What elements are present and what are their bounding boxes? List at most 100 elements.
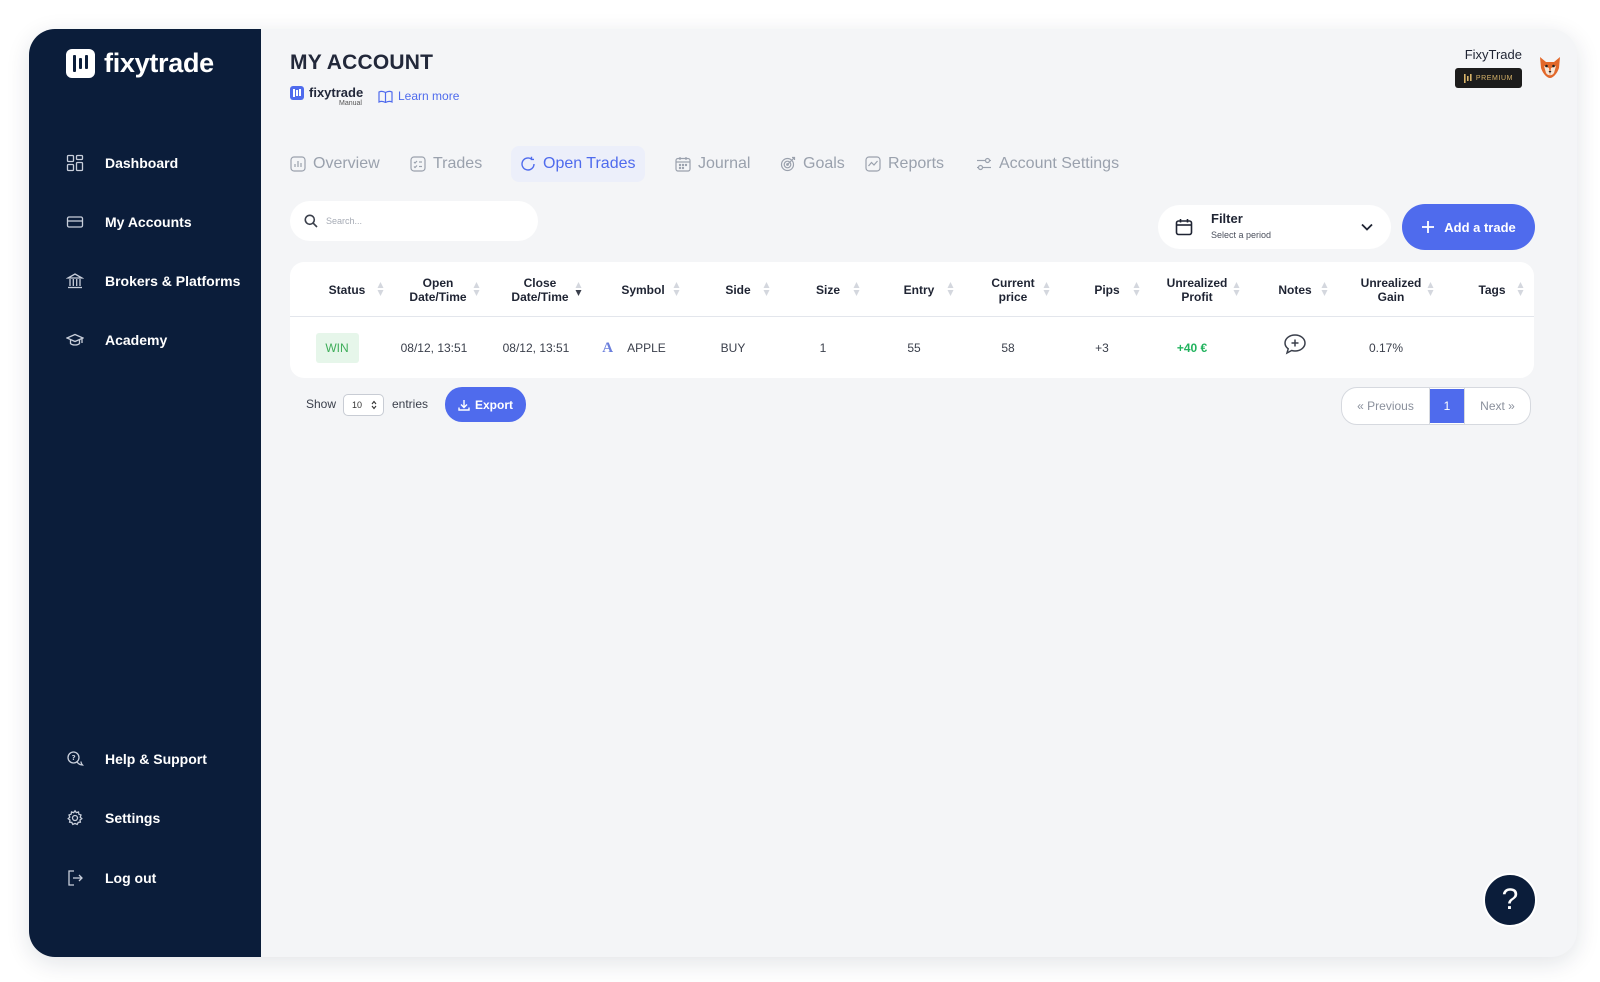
sort-icon — [1043, 282, 1050, 296]
card-icon — [66, 216, 84, 228]
col-side[interactable]: Side — [708, 262, 770, 317]
list-check-icon — [410, 156, 426, 172]
col-close-datetime[interactable]: Close Date/Time — [500, 262, 582, 317]
sort-icon — [947, 282, 954, 296]
learn-more-label: Learn more — [398, 89, 460, 103]
app-window: fixytrade Dashboard My Accounts Brokers … — [29, 29, 1577, 957]
period-filter-dropdown[interactable]: Filter Select a period — [1158, 205, 1391, 249]
sidebar-item-label: My Accounts — [105, 214, 192, 230]
book-icon — [378, 90, 393, 103]
sidebar-item-my-accounts[interactable]: My Accounts — [66, 210, 192, 234]
tab-label: Reports — [888, 155, 945, 172]
sort-icon — [1427, 282, 1434, 296]
filter-title: Filter — [1211, 211, 1243, 226]
main-content: MY ACCOUNT fixytrade Manual Learn more F… — [261, 29, 1577, 957]
sidebar-item-dashboard[interactable]: Dashboard — [66, 151, 178, 175]
help-chat-icon: ? — [67, 751, 84, 766]
previous-page-button[interactable]: « Previous — [1342, 388, 1430, 424]
sort-icon — [763, 282, 770, 296]
tab-trades[interactable]: Trades — [410, 146, 482, 182]
search-input[interactable] — [326, 216, 516, 226]
tab-label: Trades — [433, 155, 483, 172]
manual-brand: fixytrade Manual — [290, 85, 364, 107]
avatar[interactable] — [1537, 54, 1563, 80]
sidebar-item-settings[interactable]: Settings — [66, 806, 160, 830]
tab-goals[interactable]: Goals — [780, 146, 845, 182]
next-page-button[interactable]: Next » — [1464, 388, 1530, 424]
calendar-icon — [675, 157, 691, 172]
col-current-price[interactable]: Current price — [978, 262, 1050, 317]
sort-icon — [1321, 282, 1328, 296]
gear-icon — [67, 809, 83, 826]
cell-close: 08/12, 13:51 — [502, 341, 570, 355]
report-icon — [865, 156, 881, 172]
col-symbol[interactable]: Symbol — [608, 262, 680, 317]
col-notes[interactable]: Notes — [1264, 262, 1328, 317]
sidebar-item-label: Settings — [105, 810, 161, 826]
cell-profit: +40 € — [1176, 341, 1208, 355]
download-icon — [458, 399, 470, 411]
col-pips[interactable]: Pips — [1076, 262, 1140, 317]
sidebar-item-label: Help & Support — [105, 751, 207, 767]
sort-icon — [473, 282, 480, 296]
cell-entry: 55 — [907, 341, 921, 355]
cell-gain: 0.17% — [1368, 341, 1404, 355]
search-icon — [304, 214, 318, 228]
cell-open: 08/12, 13:51 — [400, 341, 468, 355]
add-note-icon[interactable] — [1283, 333, 1307, 355]
open-trades-table: Status Open Date/Time Close Date/Time Symb… — [290, 262, 1534, 378]
sort-icon — [1517, 282, 1524, 296]
manual-brand-sub: Manual — [339, 100, 362, 107]
tab-open-trades[interactable]: Open Trades — [511, 146, 645, 182]
col-status[interactable]: Status — [312, 262, 384, 317]
brand-name: fixytrade — [104, 48, 214, 78]
sidebar-item-label: Academy — [105, 332, 168, 348]
svg-text:?: ? — [72, 754, 76, 762]
filter-subtitle: Select a period — [1211, 230, 1272, 240]
chevron-down-icon — [1361, 223, 1373, 231]
logout-icon — [68, 870, 83, 886]
add-trade-button[interactable]: Add a trade — [1402, 204, 1535, 250]
tab-label: Open Trades — [543, 155, 636, 172]
graduation-cap-icon — [66, 333, 84, 346]
symbol-logo-icon: A — [602, 339, 614, 356]
sidebar-item-academy[interactable]: Academy — [66, 328, 167, 352]
page-title: MY ACCOUNT — [290, 51, 434, 74]
col-unrealized-profit[interactable]: Unrealized Profit — [1156, 262, 1240, 317]
sort-icon — [1133, 282, 1140, 296]
sidebar-item-brokers[interactable]: Brokers & Platforms — [66, 269, 240, 293]
calendar-icon — [1175, 219, 1193, 236]
table-header: Status Open Date/Time Close Date/Time Symb… — [290, 262, 1534, 317]
sidebar-item-help[interactable]: ? Help & Support — [66, 747, 207, 771]
learn-more-link[interactable]: Learn more — [378, 89, 459, 103]
sort-icon — [853, 282, 860, 296]
manual-brand-name: fixytrade — [309, 85, 364, 100]
user-name: FixyTrade — [1464, 47, 1522, 62]
tab-account-settings[interactable]: Account Settings — [976, 146, 1119, 182]
tab-label: Journal — [698, 155, 751, 172]
refresh-icon — [521, 156, 535, 171]
col-open-datetime[interactable]: Open Date/Time — [398, 262, 480, 317]
cell-symbol: A APPLE — [594, 318, 674, 378]
target-icon — [780, 156, 796, 172]
brand-logo[interactable]: fixytrade — [66, 48, 214, 79]
entries-label: entries — [392, 397, 429, 411]
premium-label: PREMIUM — [1475, 74, 1514, 82]
sidebar-item-logout[interactable]: Log out — [66, 866, 156, 890]
help-fab-button[interactable]: ? — [1483, 873, 1537, 927]
symbol-name: APPLE — [627, 341, 666, 355]
col-tags[interactable]: Tags — [1462, 262, 1524, 317]
export-button[interactable]: Export — [445, 387, 526, 422]
entries-select[interactable]: 10 — [343, 394, 384, 416]
col-unrealized-gain[interactable]: Unrealized Gain — [1350, 262, 1434, 317]
page-1-button[interactable]: 1 — [1430, 389, 1464, 423]
cell-current: 58 — [1001, 341, 1015, 355]
sort-icon — [377, 282, 384, 296]
tab-label: Overview — [313, 155, 380, 172]
tab-journal[interactable]: Journal — [675, 146, 750, 182]
status-badge: WIN — [315, 333, 359, 363]
col-size[interactable]: Size — [798, 262, 860, 317]
col-entry[interactable]: Entry — [886, 262, 954, 317]
tab-reports[interactable]: Reports — [865, 146, 944, 182]
tab-overview[interactable]: Overview — [290, 146, 380, 182]
